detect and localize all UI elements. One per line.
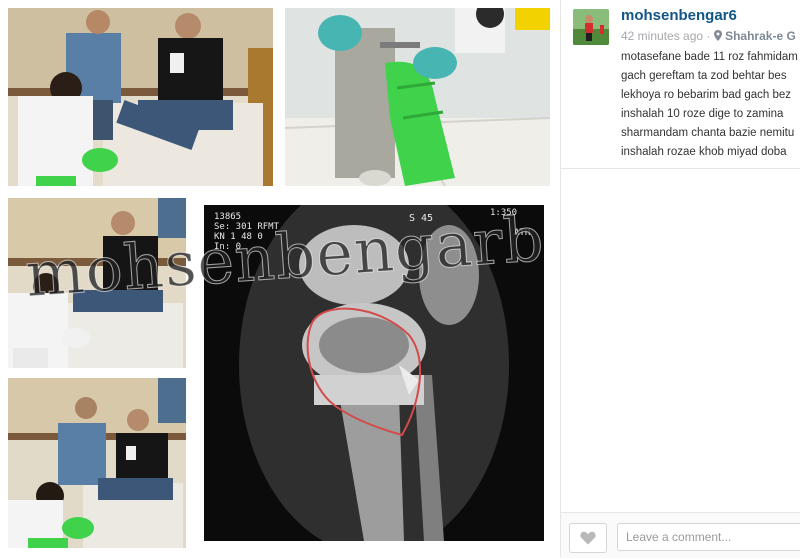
- caption-line: inshalah 10 roze dige to zamina: [621, 108, 784, 120]
- collage-photo-clinic-3: [8, 378, 186, 548]
- location-pin-icon: [713, 29, 725, 43]
- post-meta: 42 minutes ago · Shahrak-e G: [621, 29, 796, 43]
- collage-photo-cast-closeup: [285, 8, 550, 186]
- heart-icon: [580, 531, 596, 550]
- post-caption: motasefane bade 11 roz fahmidam gach ger…: [621, 48, 800, 162]
- caption-line: inshalah rozae khob miyad doba: [621, 146, 787, 158]
- caption-line: lekhoya ro bebarim bad gach bez: [621, 89, 792, 101]
- caption-line: sharmandam chanta bazie nemitu: [621, 127, 795, 139]
- divider: [561, 168, 800, 169]
- comment-input[interactable]: [617, 523, 800, 551]
- xray-label-id: 13865: [214, 212, 241, 222]
- avatar[interactable]: [573, 9, 609, 45]
- post-meta-separator: ·: [706, 29, 714, 43]
- like-button[interactable]: [569, 523, 607, 553]
- collage-photo-clinic-1: [8, 8, 273, 186]
- comment-bar: [561, 512, 800, 558]
- post-location[interactable]: Shahrak-e G: [725, 29, 796, 43]
- post-sidebar: mohsenbengar6 42 minutes ago · Shahrak-e…: [560, 0, 800, 558]
- caption-line: motasefane bade 11 roz fahmidam: [621, 51, 798, 63]
- caption-line: gach gereftam ta zod behtar bes: [621, 70, 787, 82]
- post-time[interactable]: 42 minutes ago: [621, 29, 703, 43]
- post-photo[interactable]: 13865 Se: 301 RFMT KN 1 48 0 In: 0 S 45 …: [0, 0, 560, 557]
- post-username[interactable]: mohsenbengar6: [621, 7, 737, 24]
